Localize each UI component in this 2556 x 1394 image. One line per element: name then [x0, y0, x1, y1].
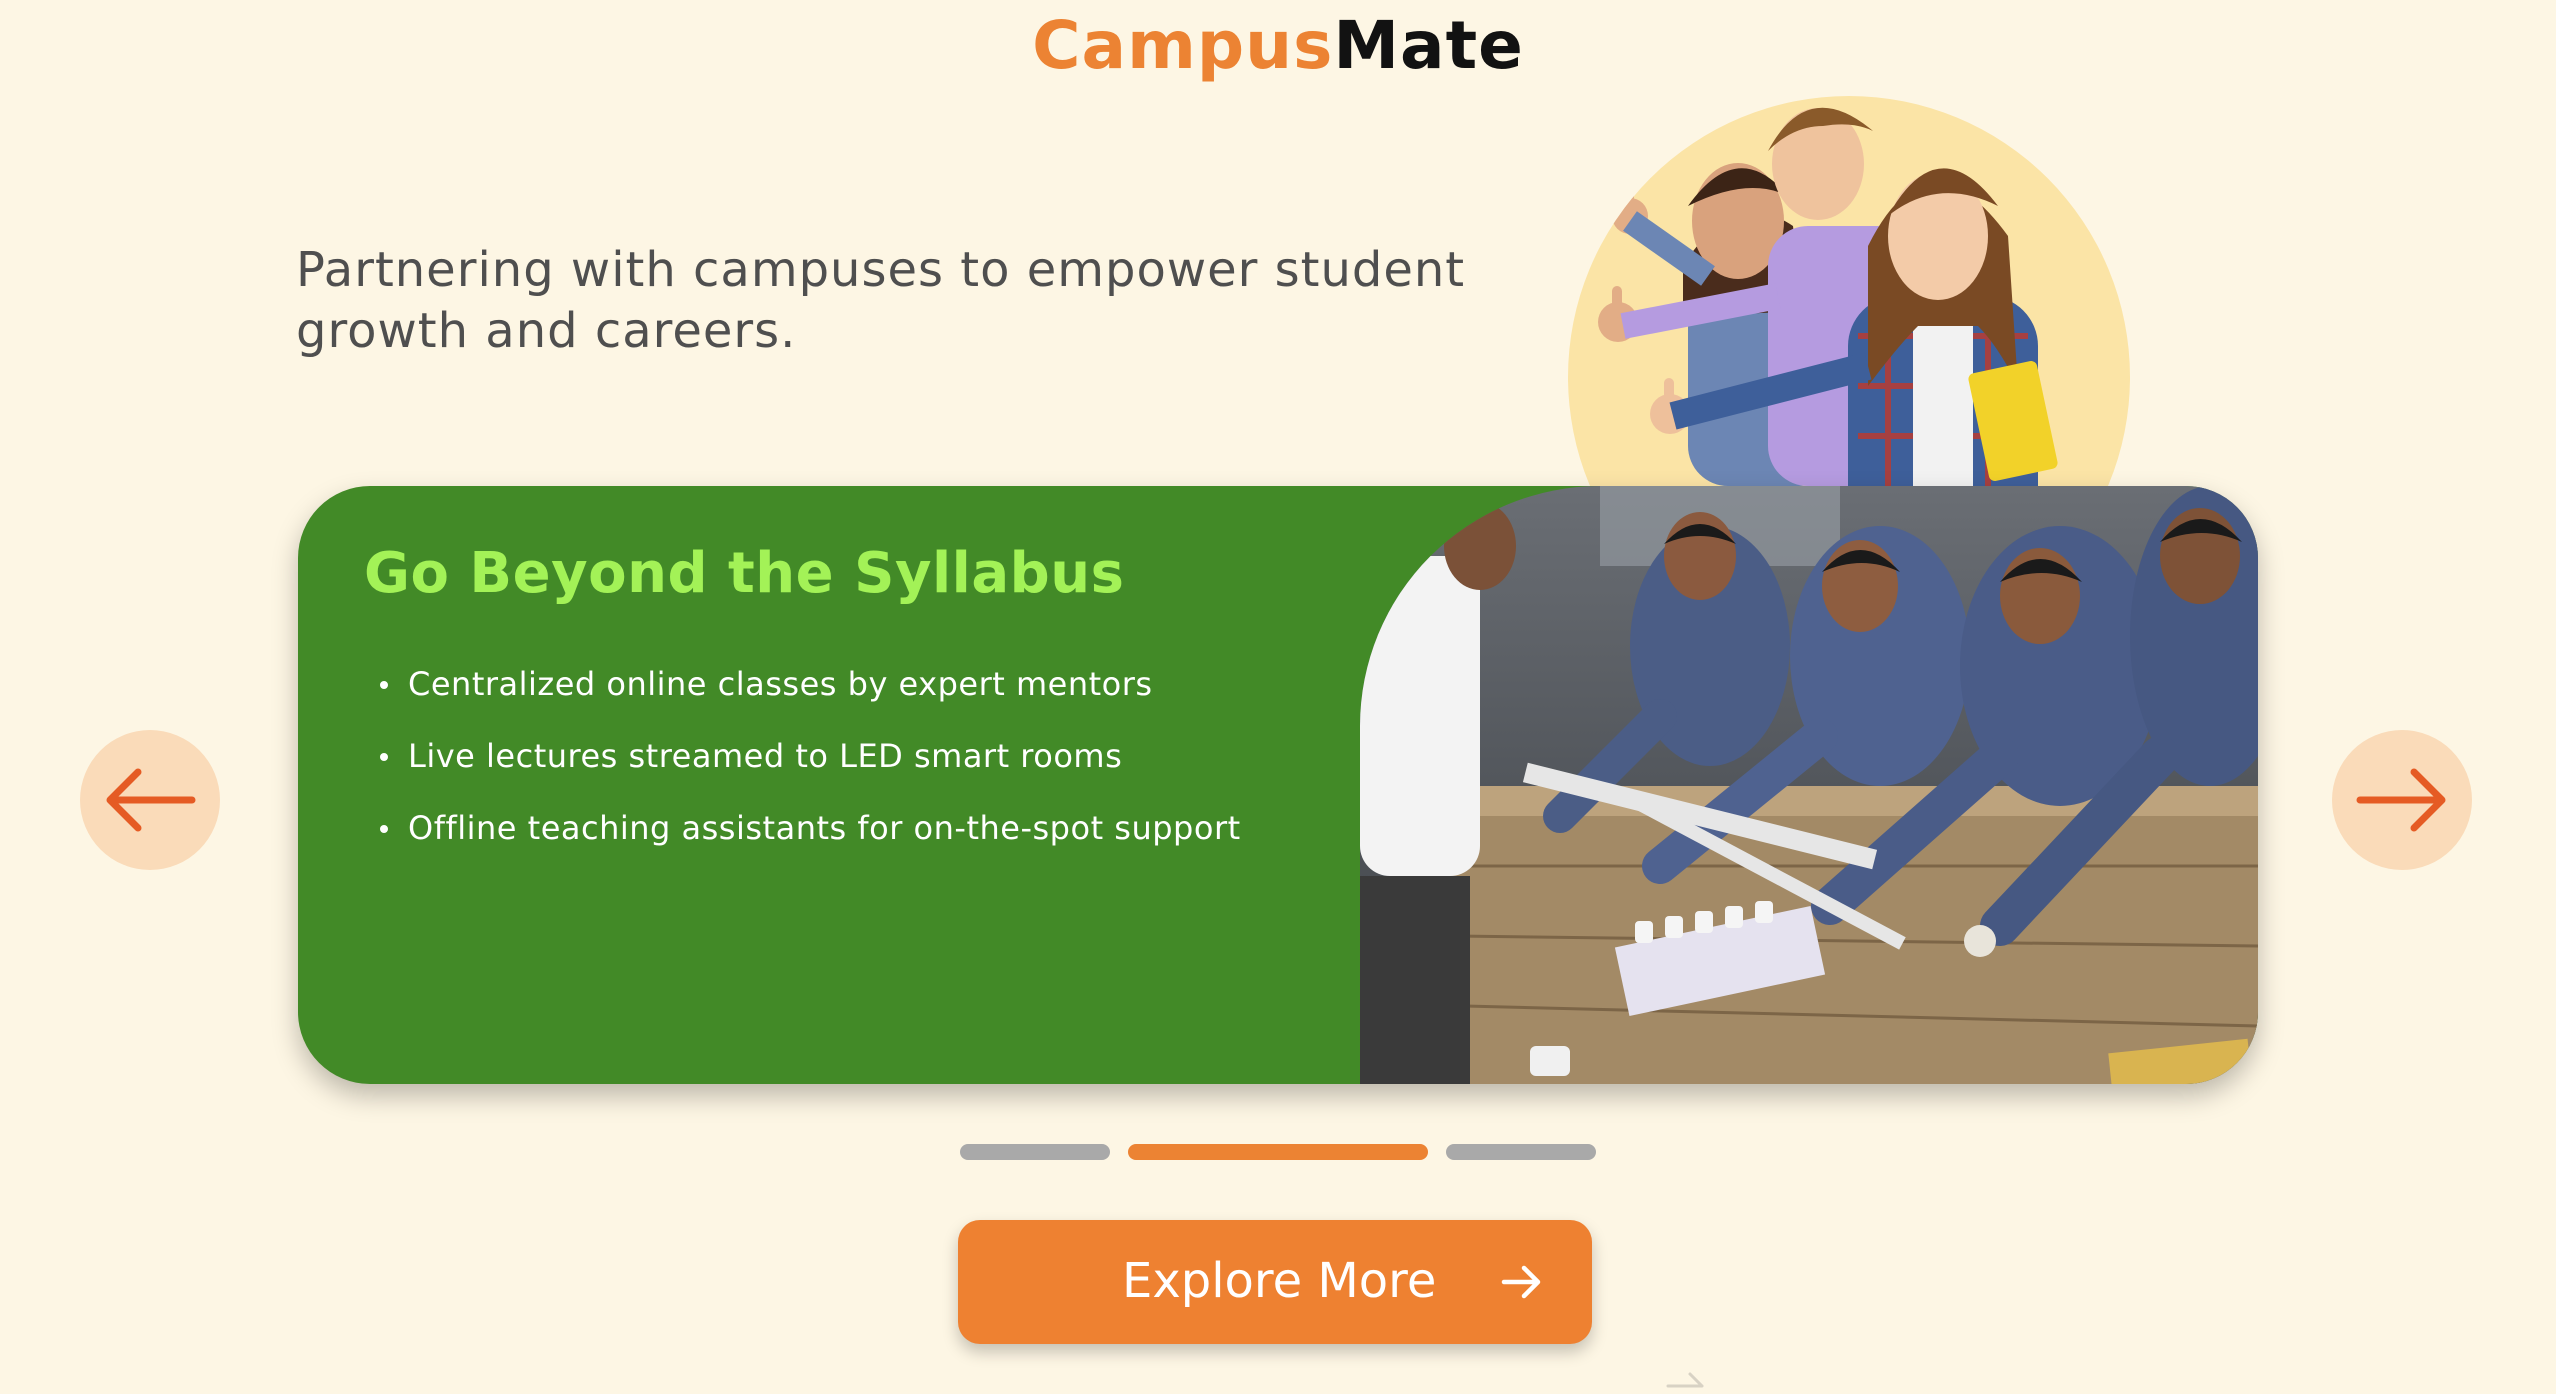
- explore-more-label: Explore More: [1122, 1253, 1437, 1309]
- brand-logo-part2: Mate: [1333, 7, 1524, 84]
- slide-bullet: Offline teaching assistants for on-the-s…: [380, 804, 1241, 876]
- arrow-right-icon: [1501, 1265, 1541, 1299]
- scroll-arrow-icon: [1666, 1372, 1704, 1388]
- bullet-dot-icon: [380, 825, 388, 833]
- slide-bullet-text: Offline teaching assistants for on-the-s…: [408, 809, 1241, 847]
- bullet-dot-icon: [380, 681, 388, 689]
- carousel-next-button[interactable]: [2332, 730, 2472, 870]
- slide-bullet-list: Centralized online classes by expert men…: [380, 660, 1241, 876]
- arrow-right-icon: [2356, 768, 2446, 832]
- slide-bullet: Live lectures streamed to LED smart room…: [380, 732, 1241, 804]
- carousel-dot-2-active[interactable]: [1128, 1144, 1428, 1160]
- bullet-dot-icon: [380, 753, 388, 761]
- hero-tagline: Partnering with campuses to empower stud…: [296, 242, 1466, 359]
- arrow-left-icon: [106, 768, 196, 832]
- slide-bullet-text: Centralized online classes by expert men…: [408, 665, 1153, 703]
- explore-more-button[interactable]: Explore More: [958, 1220, 1592, 1344]
- carousel-dot-1[interactable]: [960, 1144, 1110, 1160]
- carousel-dot-3[interactable]: [1446, 1144, 1596, 1160]
- carousel-prev-button[interactable]: [80, 730, 220, 870]
- slide-bullet-text: Live lectures streamed to LED smart room…: [408, 737, 1123, 775]
- brand-logo[interactable]: CampusMate: [0, 6, 2556, 86]
- brand-logo-part1: Campus: [1032, 7, 1334, 84]
- slide-photo: [1360, 486, 2258, 1084]
- slide-bullet: Centralized online classes by expert men…: [380, 660, 1241, 732]
- slide-title: Go Beyond the Syllabus: [364, 541, 1125, 606]
- carousel-slide: Go Beyond the Syllabus Centralized onlin…: [298, 486, 2258, 1084]
- carousel-pagination: [960, 1144, 1596, 1162]
